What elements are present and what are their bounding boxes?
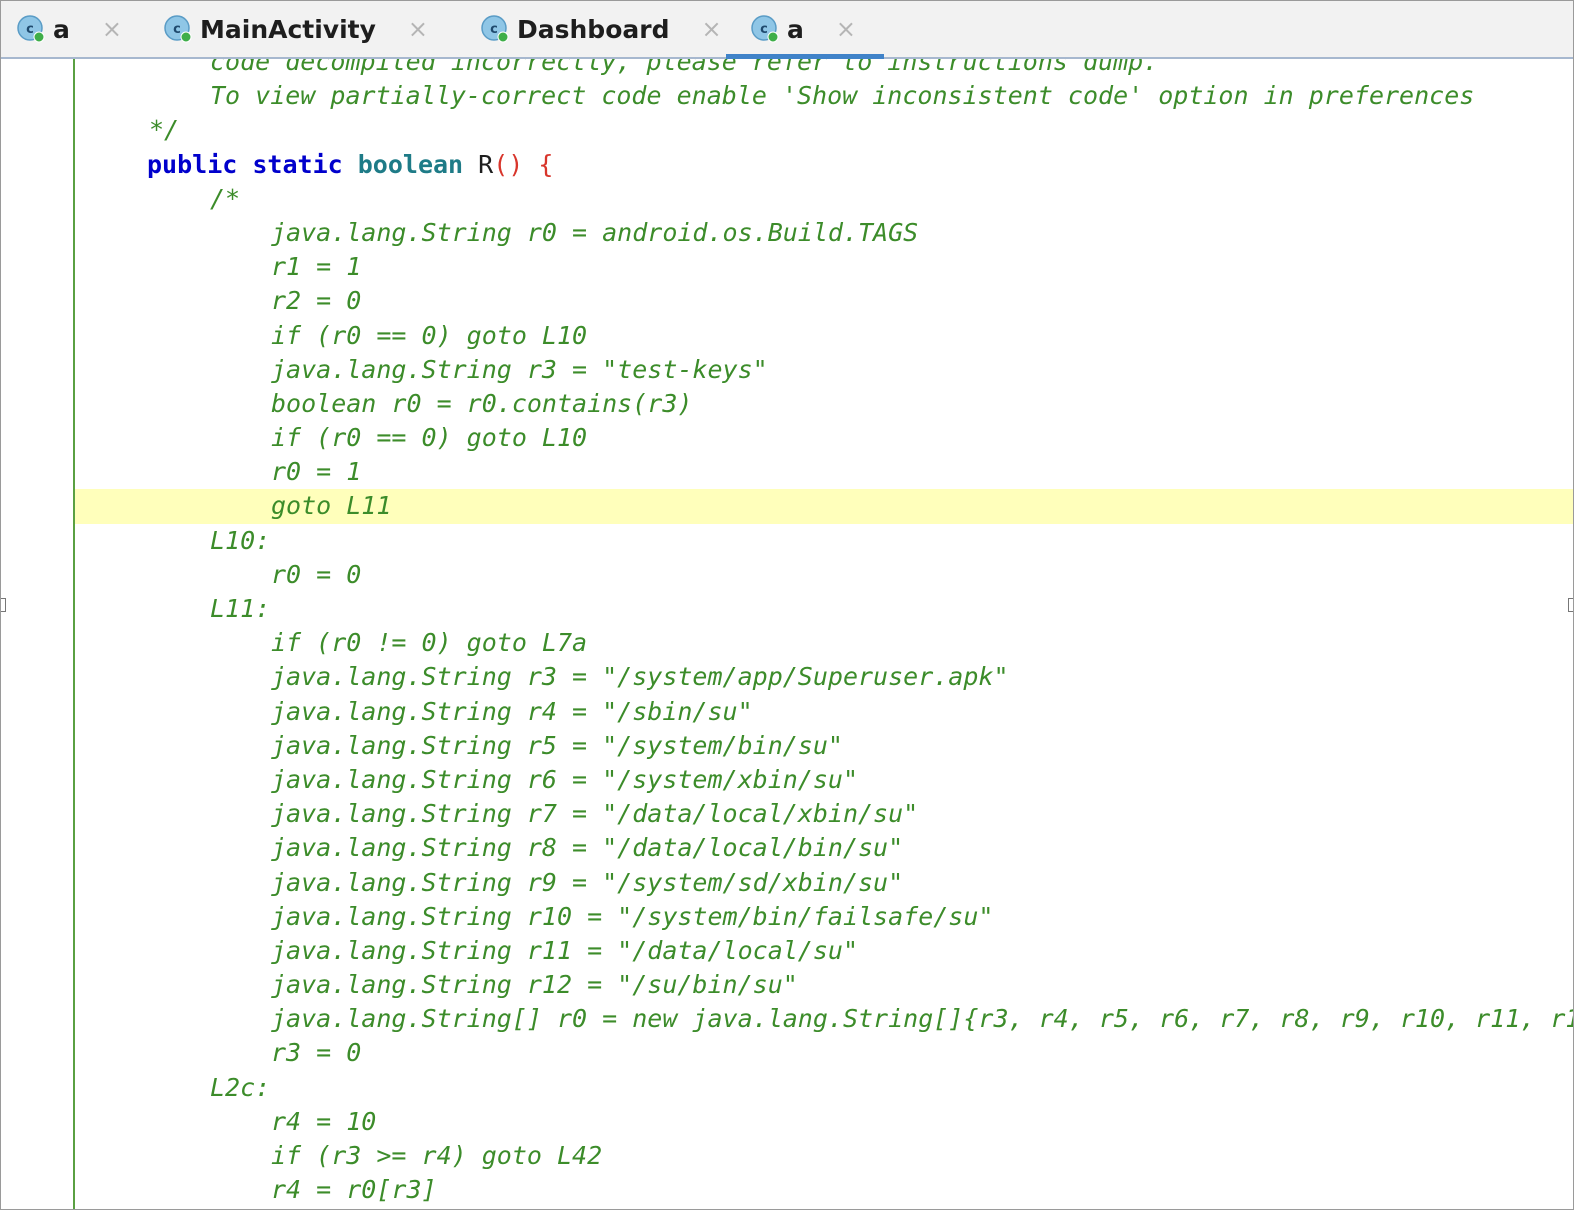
code-line: r4 = 10 bbox=[271, 1106, 377, 1136]
resize-handle-left[interactable] bbox=[1, 598, 6, 612]
code-line: */ bbox=[149, 115, 180, 145]
editor-tab-bar: c a × c MainActivity × c Dashboard × c a… bbox=[1, 1, 1573, 59]
class-icon: c bbox=[481, 15, 509, 43]
code-line: java.lang.String r3 = "test-keys" bbox=[271, 354, 768, 384]
code-line: r3 = 0 bbox=[271, 1038, 362, 1068]
class-icon: c bbox=[164, 15, 192, 43]
tab-label: Dashboard bbox=[517, 14, 670, 44]
code-line: java.lang.String r4 = "/sbin/su" bbox=[271, 696, 753, 726]
close-icon[interactable]: × bbox=[408, 15, 428, 43]
resize-handle-right[interactable] bbox=[1568, 598, 1573, 612]
keyword-public: public bbox=[147, 149, 238, 179]
code-line: if (r3 >= r4) goto L42 bbox=[271, 1141, 603, 1170]
svg-text:c: c bbox=[490, 22, 498, 37]
tab-label: a bbox=[787, 14, 804, 44]
code-line: java.lang.String r12 = "/su/bin/su" bbox=[271, 970, 798, 1000]
code-line: java.lang.String r6 = "/system/xbin/su" bbox=[271, 764, 858, 794]
code-line: /* bbox=[210, 183, 241, 213]
code-line: r0 = 1 bbox=[271, 457, 362, 487]
close-icon[interactable]: × bbox=[102, 15, 122, 43]
method-parens: () bbox=[493, 149, 524, 179]
code-line: if (r0 != 0) goto L7a bbox=[271, 628, 588, 658]
svg-text:c: c bbox=[26, 22, 34, 37]
code-line: java.lang.String r10 = "/system/bin/fail… bbox=[271, 901, 994, 931]
svg-text:c: c bbox=[760, 22, 768, 37]
code-line: if (r0 == 0) goto L10 bbox=[271, 320, 588, 350]
code-line: boolean r0 = r0.contains(r3) bbox=[271, 388, 693, 418]
class-icon: c bbox=[17, 15, 45, 43]
type-boolean: boolean bbox=[357, 149, 464, 179]
class-icon: c bbox=[751, 15, 779, 43]
tab-a-active[interactable]: c a × bbox=[726, 1, 884, 59]
method-signature: public static boolean R() { bbox=[1, 148, 1573, 182]
tab-dashboard[interactable]: c Dashboard × bbox=[481, 1, 722, 57]
code-line: r0 = 0 bbox=[271, 559, 362, 589]
svg-text:c: c bbox=[173, 22, 181, 37]
code-line: java.lang.String r0 = android.os.Build.T… bbox=[271, 217, 919, 247]
open-brace: { bbox=[538, 149, 554, 179]
tab-a-1[interactable]: c a × bbox=[17, 1, 122, 57]
code-line: code decompiled incorrectly, please refe… bbox=[210, 59, 1159, 76]
code-line: r2 = 0 bbox=[271, 286, 362, 316]
code-line: r4 = r0[r3] bbox=[271, 1175, 437, 1205]
code-line: r1 = 1 bbox=[271, 252, 362, 282]
code-line: java.lang.String r3 = "/system/app/Super… bbox=[271, 662, 1009, 692]
keyword-static: static bbox=[252, 149, 343, 179]
tab-label: a bbox=[53, 14, 70, 44]
method-name[interactable]: R bbox=[478, 150, 493, 179]
code-line: java.lang.String[] r0 = new java.lang.St… bbox=[271, 1004, 1573, 1034]
code-line: if (r0 == 0) goto L10 bbox=[271, 423, 588, 453]
close-icon[interactable]: × bbox=[701, 15, 721, 43]
highlighted-code-line: goto L11 bbox=[75, 489, 1573, 524]
code-area: code decompiled incorrectly, please refe… bbox=[1, 59, 1573, 1207]
code-label: L10: bbox=[210, 525, 271, 555]
code-line: java.lang.String r11 = "/data/local/su" bbox=[271, 935, 858, 965]
decompiler-window: c a × c MainActivity × c Dashboard × c a… bbox=[0, 0, 1574, 1210]
tab-mainactivity[interactable]: c MainActivity × bbox=[164, 1, 428, 57]
code-line: java.lang.String r8 = "/data/local/bin/s… bbox=[271, 833, 904, 863]
code-editor[interactable]: code decompiled incorrectly, please refe… bbox=[1, 59, 1573, 1209]
close-icon[interactable]: × bbox=[836, 15, 856, 43]
code-line: To view partially-correct code enable 'S… bbox=[210, 81, 1475, 111]
code-label: L11: bbox=[210, 594, 271, 623]
code-line: java.lang.String r9 = "/system/sd/xbin/s… bbox=[271, 867, 904, 897]
tab-label: MainActivity bbox=[200, 14, 376, 44]
code-line: java.lang.String r7 = "/data/local/xbin/… bbox=[271, 799, 919, 829]
code-line: java.lang.String r5 = "/system/bin/su" bbox=[271, 730, 843, 760]
code-label: L2c: bbox=[210, 1072, 271, 1102]
